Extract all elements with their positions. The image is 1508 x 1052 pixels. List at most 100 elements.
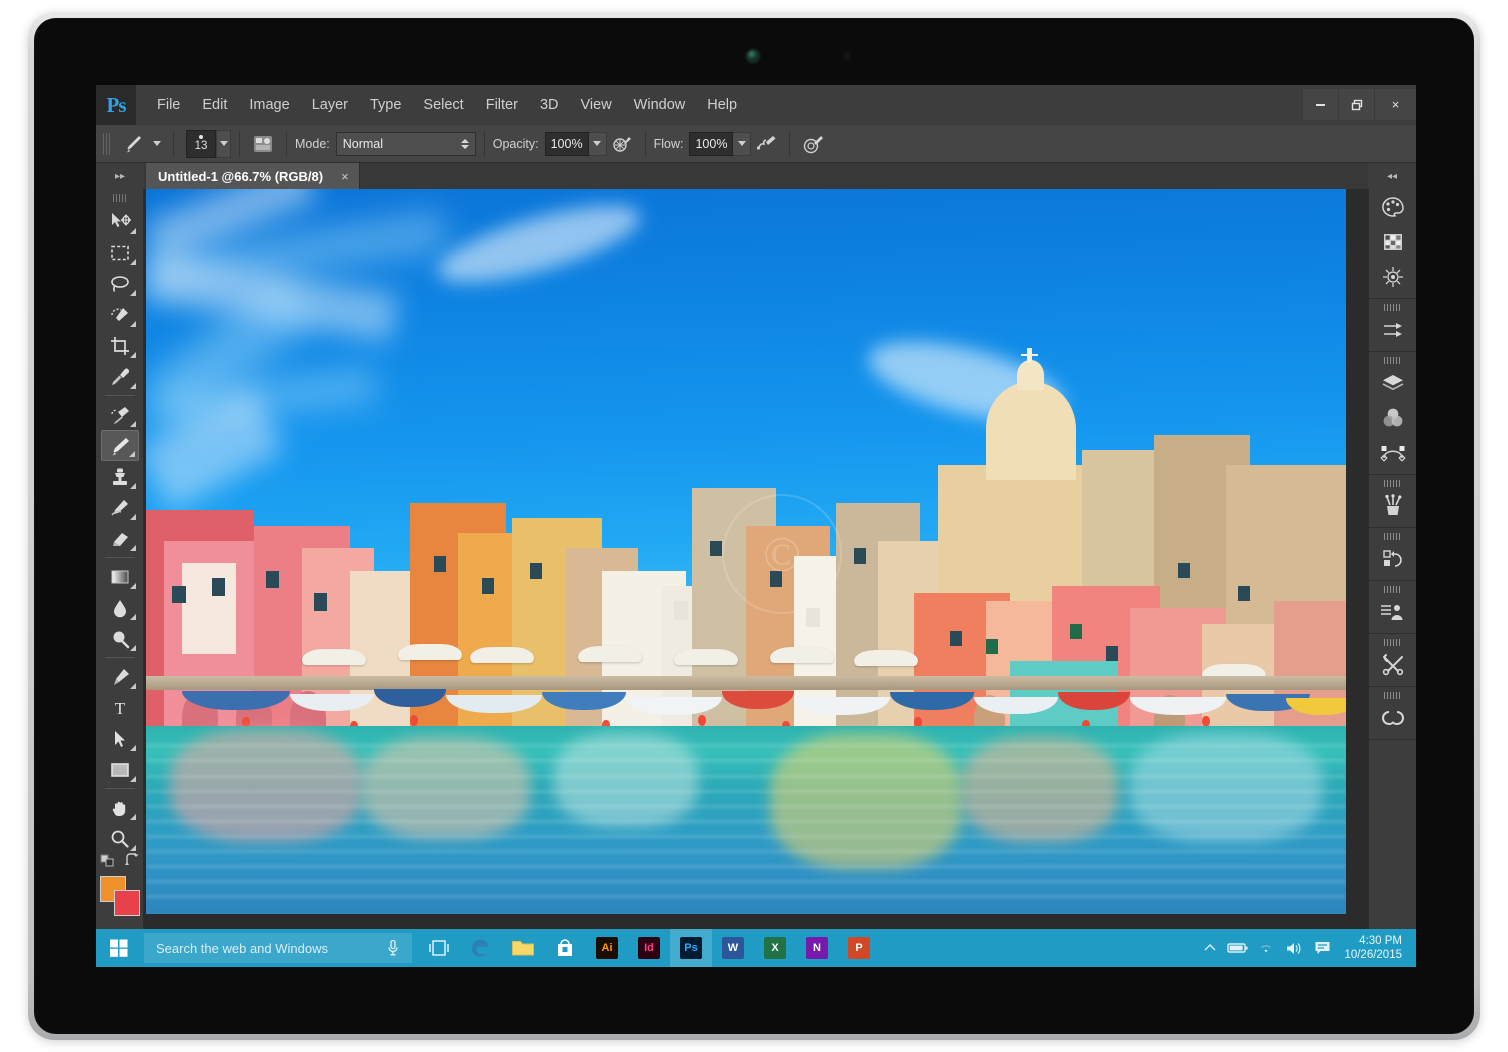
clone-stamp-tool[interactable] — [101, 461, 139, 492]
menu-select[interactable]: Select — [412, 85, 474, 125]
taskbar-app-adobe-indesign[interactable]: Id — [628, 929, 670, 967]
menu-filter[interactable]: Filter — [475, 85, 529, 125]
type-tool[interactable]: T — [101, 692, 139, 723]
pen-tool[interactable] — [101, 661, 139, 692]
battery-icon[interactable] — [1224, 941, 1252, 955]
opacity-dropdown[interactable] — [589, 132, 607, 156]
dock-grip[interactable] — [1384, 586, 1402, 593]
creative-cloud-icon[interactable] — [1371, 701, 1415, 735]
document-tab[interactable]: Untitled-1 @66.7% (RGB/8) × — [146, 163, 360, 189]
clock[interactable]: 4:30 PM 10/26/2015 — [1336, 934, 1416, 962]
minimize-button[interactable] — [1302, 89, 1338, 120]
menu-window[interactable]: Window — [623, 85, 697, 125]
path-selection-tool[interactable] — [101, 723, 139, 754]
taskbar-app-microsoft-word[interactable]: W — [712, 929, 754, 967]
options-bar-grip[interactable] — [103, 133, 112, 155]
flow-dropdown[interactable] — [733, 132, 751, 156]
collapse-left-panel-icon[interactable]: ▸▸ — [96, 163, 144, 189]
opacity-field[interactable]: 100% — [545, 132, 589, 156]
brush-panel-icon[interactable] — [248, 131, 278, 157]
properties-list-icon[interactable] — [1371, 595, 1415, 629]
tools-wrench-icon[interactable] — [1371, 648, 1415, 682]
rectangular-marquee-tool[interactable] — [101, 237, 139, 268]
notification-icon[interactable] — [1308, 940, 1336, 956]
history-brush-tool[interactable] — [101, 492, 139, 523]
brush-size-field[interactable]: 13 — [186, 130, 216, 158]
taskbar-app-microsoft-onenote[interactable]: N — [796, 929, 838, 967]
taskbar-app-microsoft-excel[interactable]: X — [754, 929, 796, 967]
menu-view[interactable]: View — [570, 85, 623, 125]
taskbar-app-adobe-illustrator[interactable]: Ai — [586, 929, 628, 967]
brush-presets-jar-icon[interactable] — [1371, 489, 1415, 523]
hand-tool[interactable] — [101, 792, 139, 823]
layers-stack-icon[interactable] — [1371, 366, 1415, 400]
dock-grip[interactable] — [1384, 692, 1402, 699]
taskbar-app-microsoft-store[interactable] — [544, 929, 586, 967]
dock-grip[interactable] — [1384, 304, 1402, 311]
taskbar-app-adobe-photoshop[interactable]: Ps — [670, 929, 712, 967]
search-input[interactable]: Search the web and Windows — [144, 933, 412, 963]
paths-curve-icon[interactable] — [1371, 436, 1415, 470]
tools-panel-grip[interactable] — [113, 194, 127, 202]
task-view-icon[interactable] — [418, 939, 460, 957]
history-undo-icon[interactable] — [1371, 542, 1415, 576]
background-color-swatch[interactable] — [114, 890, 140, 916]
menu-file[interactable]: File — [146, 85, 191, 125]
flow-field[interactable]: 100% — [689, 132, 733, 156]
menu-layer[interactable]: Layer — [301, 85, 359, 125]
canvas-area[interactable]: © — [144, 189, 1368, 967]
taskbar-app-microsoft-powerpoint[interactable]: P — [838, 929, 880, 967]
close-icon[interactable]: × — [341, 169, 349, 184]
brush-size-dropdown[interactable] — [216, 130, 231, 158]
document-image[interactable]: © — [146, 189, 1346, 914]
network-icon[interactable] — [1252, 941, 1280, 955]
crop-tool[interactable] — [101, 330, 139, 361]
airbrush-icon[interactable] — [751, 131, 781, 157]
chevron-up-icon[interactable] — [1196, 941, 1224, 955]
lasso-tool[interactable] — [101, 268, 139, 299]
close-button[interactable]: × — [1374, 89, 1416, 120]
indesign-icon: Id — [638, 937, 660, 959]
collapse-right-panel-icon[interactable]: ◂◂ — [1368, 163, 1416, 189]
speaker-icon[interactable] — [1280, 941, 1308, 956]
rectangle-tool[interactable] — [101, 754, 139, 785]
microphone-icon[interactable] — [386, 939, 400, 962]
channels-circles-icon[interactable] — [1371, 401, 1415, 435]
word-icon: W — [722, 937, 744, 959]
brush-tool-icon[interactable] — [118, 131, 148, 157]
dodge-tool[interactable] — [101, 623, 139, 654]
eyedropper-tool[interactable] — [101, 361, 139, 392]
default-colors-icon[interactable] — [100, 853, 116, 872]
blend-mode-select[interactable]: Normal — [336, 132, 476, 156]
menu-help[interactable]: Help — [696, 85, 748, 125]
brush-preset-dropdown[interactable] — [153, 141, 161, 146]
tablet-pressure-icon[interactable] — [798, 131, 828, 157]
brush-settings-icon[interactable] — [1371, 313, 1415, 347]
dock-grip[interactable] — [1384, 480, 1402, 487]
dock-grip[interactable] — [1384, 357, 1402, 364]
color-palette-icon[interactable] — [1371, 190, 1415, 224]
taskbar-app-microsoft-edge[interactable] — [460, 929, 502, 967]
zoom-tool[interactable] — [101, 823, 139, 854]
windows-start-icon[interactable] — [96, 929, 142, 967]
move-tool[interactable] — [101, 206, 139, 237]
menu-edit[interactable]: Edit — [191, 85, 238, 125]
blur-tool[interactable] — [101, 592, 139, 623]
dock-grip[interactable] — [1384, 639, 1402, 646]
taskbar-app-file-explorer[interactable] — [502, 929, 544, 967]
brush-tool[interactable] — [101, 430, 139, 461]
color-swatches[interactable] — [100, 876, 140, 916]
opacity-pressure-icon[interactable] — [607, 131, 637, 157]
restore-button[interactable] — [1338, 89, 1374, 120]
eraser-tool[interactable] — [101, 523, 139, 554]
spot-healing-brush-tool[interactable] — [101, 399, 139, 430]
adjustments-wheel-icon[interactable] — [1371, 260, 1415, 294]
menu-image[interactable]: Image — [238, 85, 300, 125]
menu-type[interactable]: Type — [359, 85, 412, 125]
menu-3d[interactable]: 3D — [529, 85, 570, 125]
gradient-tool[interactable] — [101, 561, 139, 592]
swap-colors-icon[interactable] — [124, 853, 140, 872]
dock-grip[interactable] — [1384, 533, 1402, 540]
quick-selection-tool[interactable] — [101, 299, 139, 330]
swatches-grid-icon[interactable] — [1371, 225, 1415, 259]
